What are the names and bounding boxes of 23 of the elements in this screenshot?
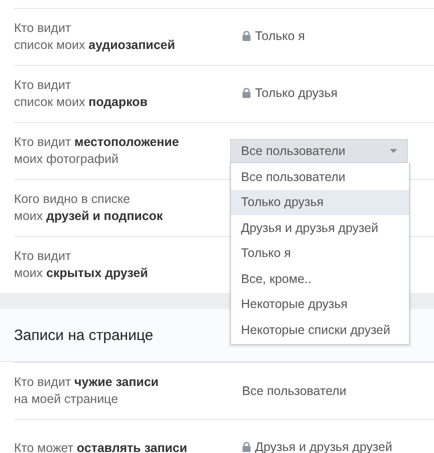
dropdown-option[interactable]: Некоторые друзья — [231, 292, 409, 317]
dropdown-option[interactable]: Все, кроме.. — [231, 266, 409, 292]
dropdown-option[interactable]: Некоторые списки друзей — [231, 317, 409, 342]
setting-label: Кто видит список моих аудиозаписей — [14, 20, 176, 54]
privacy-value[interactable]: Только друзья — [242, 86, 338, 100]
caret-icon — [390, 149, 397, 153]
dropdown-option[interactable]: Все пользователи — [231, 164, 409, 190]
privacy-value[interactable]: Все пользователи — [242, 384, 346, 398]
privacy-dropdown[interactable]: Все пользователи — [230, 139, 408, 163]
lock-icon — [242, 31, 251, 41]
setting-label: Кого видно в списке моих друзей и подписок — [14, 191, 164, 225]
setting-label: Кто видит моих скрытых друзей — [14, 248, 149, 282]
setting-label: Кто видит список моих подарков — [14, 77, 149, 111]
setting-label: Кто видит чужие записи на моей странице — [14, 374, 160, 408]
section-title: Записи на странице — [14, 326, 154, 344]
lock-icon — [242, 88, 251, 98]
dropdown-option[interactable]: Друзья и друзья друзей — [231, 215, 409, 240]
privacy-value[interactable]: Только я — [242, 29, 305, 43]
setting-label: Кто может оставлять записи — [14, 440, 188, 453]
lock-icon — [242, 442, 251, 452]
dropdown-option[interactable]: Только я — [231, 240, 409, 266]
dropdown-option[interactable]: Только друзья — [231, 190, 409, 215]
setting-label: Кто видит местоположение моих фотографий — [14, 134, 180, 168]
